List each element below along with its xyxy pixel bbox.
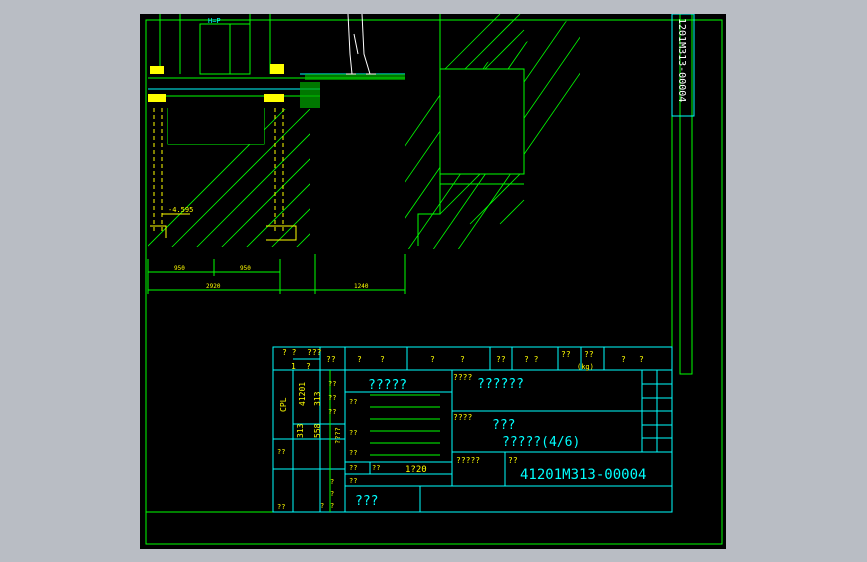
dim-2: 950: [240, 265, 251, 272]
hdr-12: ?: [621, 355, 626, 364]
rot-n1: 41201: [298, 382, 307, 406]
hdr-5: ?: [430, 355, 435, 364]
hdr-one: 1: [291, 362, 296, 371]
rot-n2: 313: [313, 391, 322, 406]
name-code-label: ????: [453, 373, 472, 382]
side-code: 1201M313-00004: [676, 18, 687, 102]
drawing-number: 41201M313-00004: [520, 467, 646, 483]
small-4: ??: [372, 464, 380, 472]
pit-fill: [168, 108, 264, 144]
hdr-1: ???: [307, 348, 322, 357]
bolt-feet: [150, 225, 297, 241]
small-9: ??: [328, 408, 336, 416]
hdr-two: ?: [306, 362, 311, 371]
product-subtitle: ?????(4/6): [502, 435, 580, 450]
hdr-10: ??: [584, 350, 594, 359]
rot-cpl: CPL: [279, 397, 288, 412]
scale: 1?20: [405, 465, 427, 475]
hdr-2: ??: [326, 355, 336, 364]
hdr-4: ?: [380, 355, 385, 364]
small-2: ??: [349, 449, 357, 457]
small-0: ??: [349, 398, 357, 406]
drawing-no-label: ?????: [456, 456, 480, 465]
hdr-8: ? ?: [524, 355, 539, 364]
small-1: ??: [349, 429, 357, 437]
drawing-no-label-2: ??: [508, 456, 518, 465]
small-14: ??: [277, 448, 285, 456]
insulation-block: [300, 82, 320, 108]
product-label: ????: [453, 413, 472, 422]
rot-n3: 313: [296, 423, 305, 438]
hdr-0: ? ?: [282, 348, 297, 357]
rotated-codes: CPL 41201 313 313 558: [279, 382, 322, 438]
title-header: ? ? ??? ?? ? ? ? ? ?? ? ? ?? ?? (kg) ? ?…: [282, 348, 644, 371]
small-11: ?: [330, 490, 334, 498]
title-block: [272, 346, 673, 513]
hdr-7: ??: [496, 355, 506, 364]
wall-recess: [439, 68, 525, 175]
dim-4: 1240: [354, 283, 369, 290]
bottom-title: ???: [355, 494, 378, 509]
top-label: H=P: [208, 17, 221, 25]
small-12: ?: [330, 502, 334, 510]
floor-slab: [305, 74, 405, 80]
worker-figure: [346, 14, 376, 75]
name-code-value: ??????: [477, 377, 524, 392]
hdr-6: ?: [460, 355, 465, 364]
hdr-13: ?: [639, 355, 644, 364]
small-5: ??: [349, 477, 357, 485]
small-7: ??: [328, 380, 336, 388]
hdr-11: (kg): [577, 363, 594, 371]
dim-1: 950: [174, 265, 185, 272]
dim-3: 2920: [206, 283, 221, 290]
small-8: ??: [328, 394, 336, 402]
small-13: ?: [320, 502, 324, 510]
small-10: ?: [330, 478, 334, 486]
rot-n4: 558: [313, 423, 322, 438]
small-15: ??: [277, 503, 285, 511]
drawing-svg: 1201M313-00004 H=P -4.595 950 950 2920 1…: [145, 14, 723, 545]
outer-frame: [145, 19, 723, 545]
elevation-label: -4.595: [168, 206, 193, 214]
small-6: ????: [334, 427, 342, 444]
company-name: ?????: [368, 378, 407, 393]
product-title: ???: [492, 418, 515, 433]
cad-canvas[interactable]: 1201M313-00004 H=P -4.595 950 950 2920 1…: [140, 14, 726, 549]
hdr-9: ??: [561, 350, 571, 359]
hdr-3: ?: [357, 355, 362, 364]
small-3: ??: [349, 464, 357, 472]
